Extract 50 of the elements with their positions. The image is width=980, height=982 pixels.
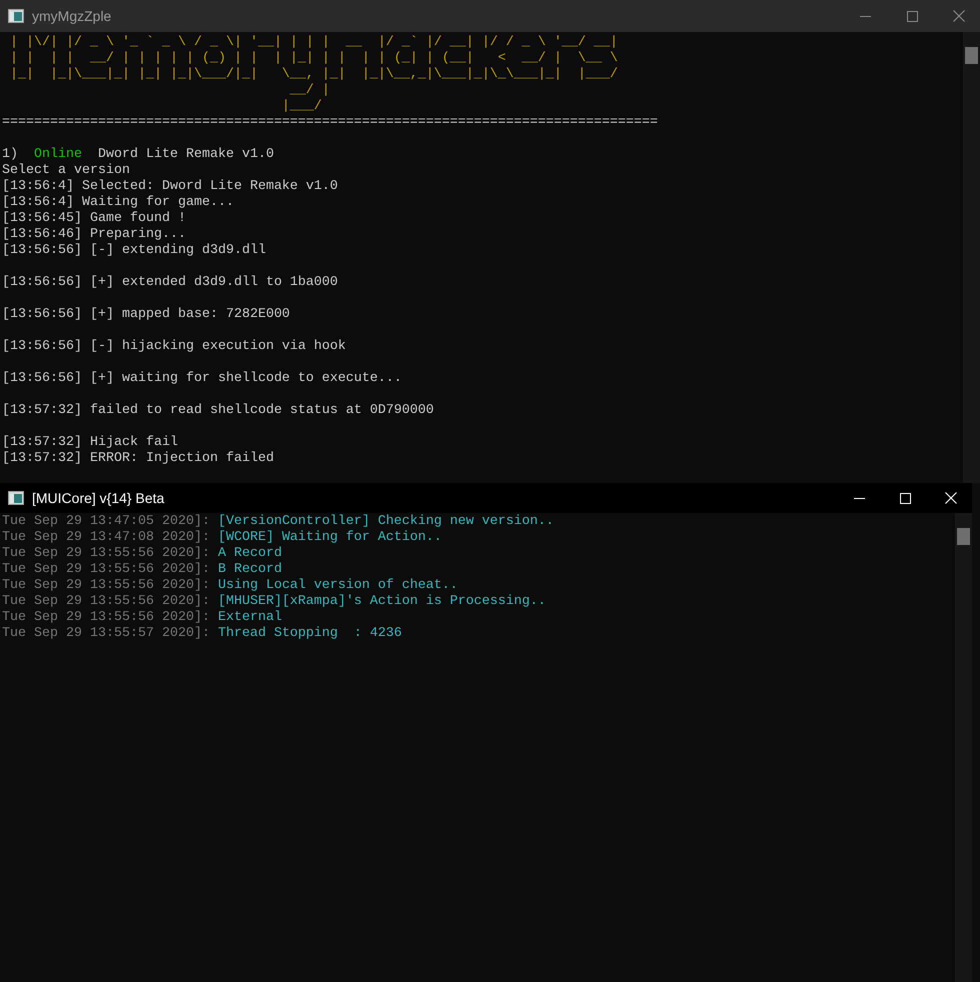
- ascii-art-line: |_| |_|\___|_| |_| |_|\___/|_| \__, |_| |_|\__,_|\___|_|\_\___|_| |___/: [8, 67, 618, 83]
- maximize-icon: [906, 10, 918, 22]
- separator-line: ==================================================================================: [2, 115, 658, 131]
- scrollbar-thumb[interactable]: [965, 47, 978, 64]
- console-icon: [8, 491, 24, 505]
- log-message: [MHUSER][xRampa]'s Action is Processing..: [218, 594, 546, 610]
- window-title: ymyMgzZple: [32, 6, 112, 26]
- ascii-art-line: |___/: [280, 99, 322, 115]
- log-timestamp: Tue Sep 29 13:55:56 2020]:: [2, 594, 210, 610]
- close-icon: [945, 492, 957, 504]
- log-line: [13:56:45] Game found !: [2, 211, 186, 227]
- scrollbar[interactable]: [955, 513, 972, 982]
- menu-number: 1): [2, 147, 18, 163]
- console-icon: [8, 9, 24, 23]
- log-timestamp: Tue Sep 29 13:55:56 2020]:: [2, 610, 210, 626]
- log-line: [13:56:56] [-] extending d3d9.dll: [2, 243, 266, 259]
- ascii-art-line: | |\/| |/ _ \ '_ ` _ \ / _ \| '__| | | | __ |/ _` |/ __| |/ / _ \ '__/ __|: [8, 35, 618, 51]
- log-line: [13:56:4] Waiting for game...: [2, 195, 234, 211]
- close-icon: [953, 10, 965, 22]
- ascii-art-line: __/ |: [288, 83, 330, 99]
- maximize-icon: [900, 492, 910, 504]
- window-title: [MUICore] v{14} Beta: [32, 488, 164, 508]
- log-message: Thread Stopping : 4236: [218, 626, 402, 642]
- scrollbar[interactable]: [963, 32, 980, 483]
- log-line: [13:56:56] [+] waiting for shellcode to execute...: [2, 371, 402, 387]
- log-line: [13:57:32] failed to read shellcode status at 0D790000: [2, 403, 434, 419]
- log-message: [WCORE] Waiting for Action..: [218, 530, 442, 546]
- ascii-art-line: | | | | __/ | | | | | (_) | | | |_| | | | | (_| | (__| < __/ | \__ \: [8, 51, 618, 67]
- log-message: [VersionController] Checking new version..: [218, 514, 554, 530]
- log-timestamp: Tue Sep 29 13:47:08 2020]:: [2, 530, 210, 546]
- log-timestamp: Tue Sep 29 13:55:56 2020]:: [2, 546, 210, 562]
- log-line: [13:56:56] [-] hijacking execution via hook: [2, 339, 346, 355]
- log-line: [13:56:46] Preparing...: [2, 227, 186, 243]
- log-message: External: [218, 610, 282, 626]
- log-message: Using Local version of cheat..: [218, 578, 458, 594]
- log-message: A Record: [218, 546, 282, 562]
- log-timestamp: Tue Sep 29 13:55:57 2020]:: [2, 626, 210, 642]
- log-timestamp: Tue Sep 29 13:55:56 2020]:: [2, 578, 210, 594]
- log-message: B Record: [218, 562, 282, 578]
- status-label: Online: [34, 147, 82, 163]
- log-line: [13:57:32] Hijack fail: [2, 435, 178, 451]
- log-line: [13:56:56] [+] mapped base: 7282E000: [2, 307, 290, 323]
- log-timestamp: Tue Sep 29 13:47:05 2020]:: [2, 514, 210, 530]
- log-line: [13:57:32] ERROR: Injection failed: [2, 451, 274, 467]
- log-line: [13:56:4] Selected: Dword Lite Remake v1.0: [2, 179, 338, 195]
- scrollbar-thumb[interactable]: [957, 528, 970, 545]
- log-line: Select a version: [2, 163, 130, 179]
- log-line: [13:56:56] [+] extended d3d9.dll to 1ba000: [2, 275, 338, 291]
- log-timestamp: Tue Sep 29 13:55:56 2020]:: [2, 562, 210, 578]
- menu-option: Dword Lite Remake v1.0: [98, 147, 274, 163]
